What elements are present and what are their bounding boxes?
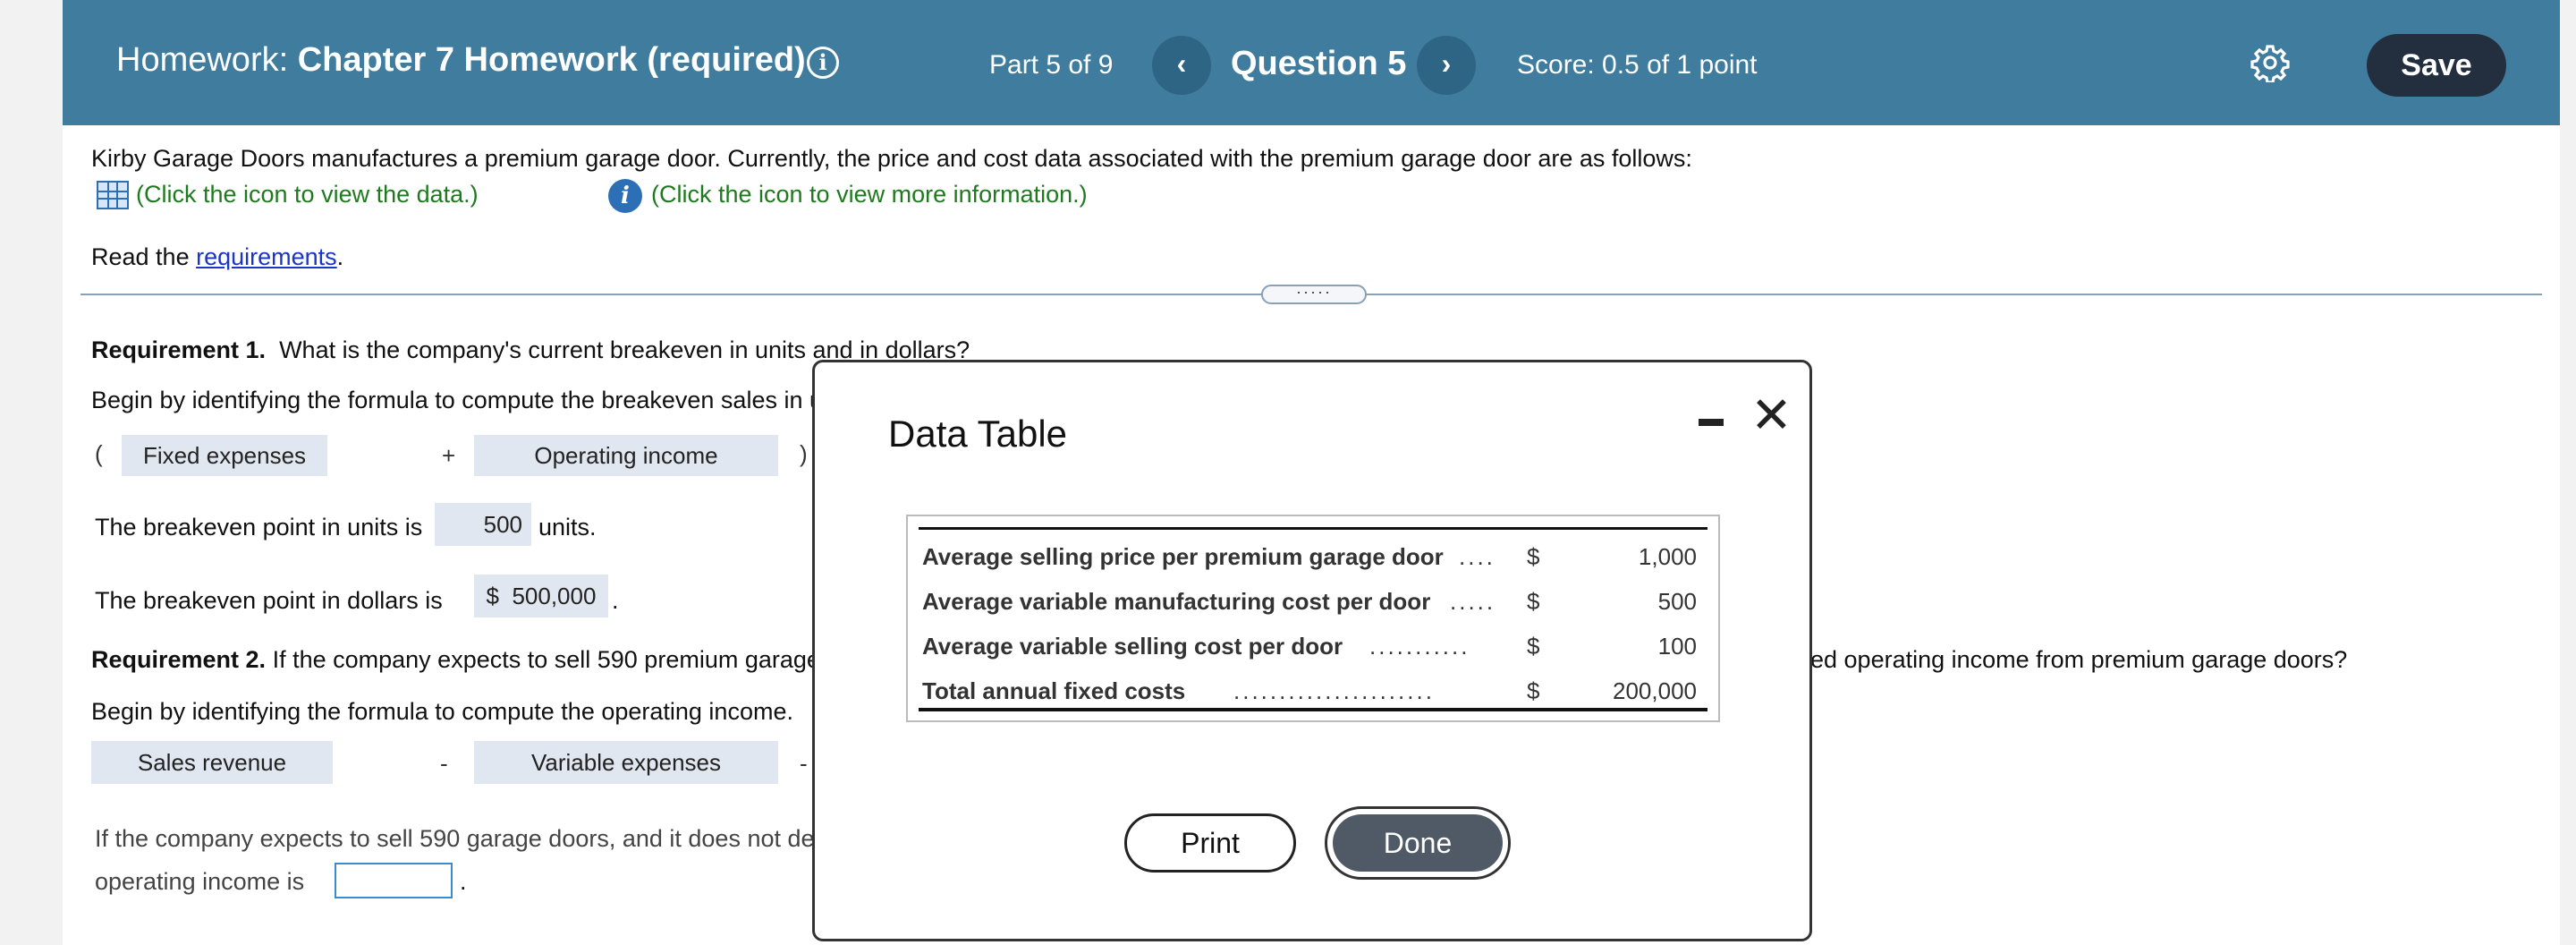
table-bottom-rule — [919, 708, 1707, 711]
row-label: Average variable manufacturing cost per … — [922, 588, 1431, 615]
minimize-icon[interactable] — [1699, 409, 1725, 436]
row-value: 500 — [1657, 588, 1697, 615]
info-icon[interactable]: i — [807, 47, 839, 79]
table-row: Average variable manufacturing cost per … — [922, 588, 1709, 624]
operating-income-input[interactable] — [335, 863, 453, 898]
row-label: Average selling price per premium garage… — [922, 543, 1444, 570]
breakeven-units-suffix: units. — [538, 514, 597, 541]
score-text: Score: 0.5 of 1 point — [1517, 50, 1758, 80]
formula2-term-sales-revenue[interactable]: Sales revenue — [91, 741, 333, 784]
data-table-modal: Data Table ✕ Average selling price per p… — [812, 360, 1812, 941]
row-currency: $ — [1527, 543, 1540, 570]
table-icon[interactable] — [97, 181, 129, 209]
part-indicator: Part 5 of 9 — [989, 50, 1114, 80]
modal-title: Data Table — [888, 413, 1068, 455]
formula2-operator-1: - — [440, 750, 448, 777]
formula1-term-operating-income[interactable]: Operating income — [474, 435, 778, 476]
open-paren: ( — [95, 440, 103, 467]
right-gutter — [2560, 0, 2576, 945]
table-top-rule — [919, 527, 1707, 530]
expect-line-1: If the company expects to sell 590 garag… — [95, 825, 841, 852]
breakeven-units-label: The breakeven point in units is — [95, 514, 423, 541]
expect-line-2: operating income is — [95, 868, 305, 895]
formula1-term-fixed-expenses[interactable]: Fixed expenses — [122, 435, 327, 476]
view-data-link[interactable]: (Click the icon to view the data.) — [136, 181, 479, 209]
intro-text: Kirby Garage Doors manufactures a premiu… — [91, 145, 1692, 172]
homework-title: Homework: Chapter 7 Homework (required) — [116, 41, 806, 80]
req2-tail: ed operating income from premium garage … — [1810, 646, 2348, 673]
row-currency: $ — [1527, 633, 1540, 660]
row-value: 100 — [1657, 633, 1697, 660]
question-title: Question 5 — [1231, 45, 1407, 82]
row-currency: $ — [1527, 588, 1540, 615]
row-leader-dots: ..... — [1450, 588, 1496, 615]
homework-prefix: Homework: — [116, 41, 298, 79]
row-label: Total annual fixed costs — [922, 677, 1186, 704]
done-button[interactable]: Done — [1325, 806, 1511, 880]
row-value: 1,000 — [1638, 543, 1697, 570]
done-button-label: Done — [1333, 814, 1503, 872]
homework-chapter-title: Chapter 7 Homework (required) — [297, 41, 806, 79]
data-table: Average selling price per premium garage… — [906, 515, 1720, 722]
row-label: Average variable selling cost per door — [922, 633, 1343, 660]
req2-text: If the company expects to sell 590 premi… — [272, 646, 841, 673]
more-info-link[interactable]: (Click the icon to view more information… — [651, 181, 1088, 209]
read-requirements-text: Read the requirements. — [91, 243, 343, 271]
chevron-left-icon[interactable]: ‹ — [1152, 36, 1211, 95]
gear-icon[interactable] — [2250, 43, 2290, 82]
print-button[interactable]: Print — [1124, 813, 1296, 873]
formula1-operator: + — [442, 442, 456, 469]
row-leader-dots: .... — [1459, 543, 1496, 570]
formula2-intro: Begin by identifying the formula to comp… — [91, 698, 793, 725]
row-leader-dots: ...................... — [1233, 677, 1435, 704]
left-gutter — [0, 0, 63, 945]
row-currency: $ — [1527, 677, 1540, 704]
read-suffix: . — [336, 243, 344, 270]
close-icon[interactable]: ✕ — [1750, 391, 1792, 441]
breakeven-dollars-suffix: . — [612, 587, 619, 614]
formula1-intro: Begin by identifying the formula to comp… — [91, 387, 843, 413]
info-circle-icon[interactable]: i — [608, 179, 642, 213]
read-prefix: Read the — [91, 243, 197, 270]
breakeven-dollars-answer[interactable]: $ 500,000 — [474, 575, 608, 617]
resize-handle[interactable]: ····· — [1261, 284, 1367, 304]
save-button[interactable]: Save — [2367, 34, 2506, 97]
breakeven-units-answer[interactable]: 500 — [435, 503, 531, 546]
table-row: Average variable selling cost per door .… — [922, 633, 1709, 668]
header-bar: Homework: Chapter 7 Homework (required) … — [63, 0, 2560, 125]
breakeven-dollars-label: The breakeven point in dollars is — [95, 587, 443, 614]
chevron-right-icon[interactable]: › — [1417, 36, 1476, 95]
formula2-operator-2: - — [800, 750, 808, 777]
expect-suffix: . — [460, 868, 467, 895]
table-row: Average selling price per premium garage… — [922, 543, 1709, 579]
row-leader-dots: ........... — [1369, 633, 1470, 660]
requirements-link[interactable]: requirements — [196, 243, 337, 270]
req2-label: Requirement 2. — [91, 646, 267, 673]
close-paren: ) — [800, 440, 808, 467]
row-value: 200,000 — [1613, 677, 1697, 704]
requirement-2: Requirement 2. If the company expects to… — [91, 646, 840, 674]
req1-label: Requirement 1. — [91, 336, 267, 363]
formula2-term-variable-expenses[interactable]: Variable expenses — [474, 741, 778, 784]
